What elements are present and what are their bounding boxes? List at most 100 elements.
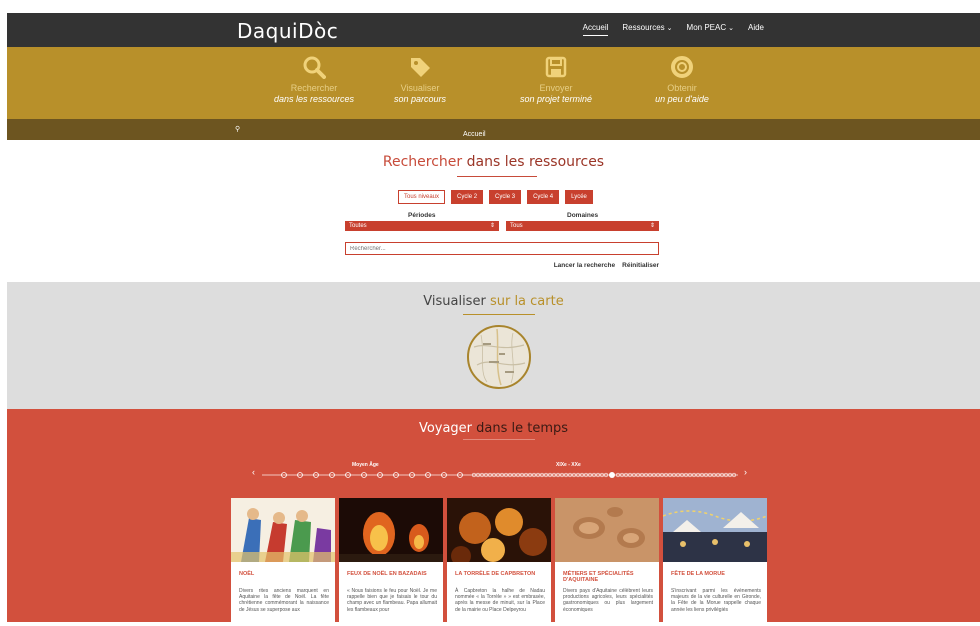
bonfire-photo — [339, 498, 443, 562]
title-part-a: Rechercher — [382, 154, 463, 170]
festival-photo — [663, 498, 767, 562]
chevron-down-icon: ⌄ — [666, 25, 673, 32]
map-preview-image — [473, 328, 526, 386]
level-filter-cycle-2[interactable]: Cycle 2 — [451, 190, 484, 204]
level-filter-cycle-4[interactable]: Cycle 4 — [527, 190, 560, 204]
quick-action-obtenir[interactable]: Obtenir un peu d'aide — [627, 55, 737, 104]
timeline-dots-dense — [471, 472, 737, 478]
quick-actions-band: Rechercher dans les ressources Visualise… — [7, 47, 980, 119]
quick-action-subtitle: son projet terminé — [519, 94, 593, 104]
level-filter-tous-niveaux[interactable]: Tous niveaux — [398, 190, 446, 204]
card-title: La Torrèle de Capbreton — [455, 571, 536, 577]
nav-item-mon-peac[interactable]: Mon PEAC ⌄ — [687, 23, 734, 36]
nav-item-aide[interactable]: Aide — [748, 23, 764, 36]
select-arrows-icon: ⇕ — [489, 223, 495, 229]
card-image — [447, 498, 551, 562]
card-title: Feux de Noël en Bazadais — [347, 571, 427, 577]
window-frame-left — [0, 0, 7, 622]
top-navbar: DaquiDòc Accueil Ressources ⌄ Mon PEAC ⌄ A… — [7, 13, 980, 47]
card-image — [663, 498, 767, 562]
timeline-prev-button[interactable]: ‹ — [252, 467, 255, 477]
map-thumbnail[interactable] — [467, 325, 531, 389]
lifebuoy-icon — [671, 56, 693, 78]
title-underline — [463, 314, 535, 315]
timeline-section-title: Voyager dans le temps — [7, 421, 980, 436]
breadcrumb-label: Accueil — [463, 131, 486, 138]
quick-action-subtitle: dans les ressources — [273, 94, 355, 104]
domains-select-value: Tous — [510, 223, 523, 229]
quick-action-subtitle: un peu d'aide — [655, 94, 709, 104]
timeline-current-marker — [609, 472, 615, 478]
title-part-a: Voyager — [418, 421, 473, 436]
periods-select[interactable]: Toutes ⇕ — [345, 221, 499, 231]
embers-photo — [447, 498, 551, 562]
resource-cards: Noël Divers rites anciens marquent en Aq… — [231, 498, 767, 626]
quick-action-rechercher[interactable]: Rechercher dans les ressources — [259, 55, 369, 104]
quick-action-envoyer[interactable]: Envoyer son projet terminé — [501, 55, 611, 104]
nav-item-label: Ressources — [622, 23, 665, 32]
resource-card-fete-morue[interactable]: Fête de la morue S'inscrivant parmi les … — [663, 498, 767, 626]
title-underline — [457, 176, 537, 177]
card-text: À Capbreton la halhe de Nadau nommée « l… — [455, 588, 545, 613]
nav-item-accueil[interactable]: Accueil — [582, 23, 609, 36]
title-part-b: sur la carte — [489, 294, 564, 309]
chevron-down-icon: ⌄ — [728, 25, 734, 32]
level-filter-lycee[interactable]: Lycée — [565, 190, 593, 204]
domains-label: Domaines — [567, 212, 599, 219]
submit-search-button[interactable]: Lancer la recherche — [554, 262, 615, 269]
domains-select[interactable]: Tous ⇕ — [506, 221, 659, 231]
search-input[interactable] — [345, 242, 659, 255]
quick-action-visualiser[interactable]: Visualiser son parcours — [365, 55, 475, 104]
window-frame-top — [0, 0, 980, 13]
resource-card-feux-de-noel[interactable]: Feux de Noël en Bazadais « Nous faisions… — [339, 498, 443, 626]
card-title: Noël — [239, 571, 255, 577]
timeline-next-button[interactable]: › — [744, 467, 747, 477]
breadcrumb-home[interactable]: ⚲ Accueil — [235, 125, 486, 138]
quick-action-title: Obtenir — [667, 83, 697, 93]
card-image — [231, 498, 335, 562]
title-part-b: dans le temps — [476, 421, 569, 436]
illustration-image — [231, 498, 335, 562]
nav-item-ressources[interactable]: Ressources ⌄ — [622, 23, 672, 36]
tag-icon — [411, 58, 430, 77]
resource-card-metiers[interactable]: Métiers et spécialités d'Aquitaine Diver… — [555, 498, 659, 626]
periods-label: Périodes — [408, 212, 436, 219]
site-logo[interactable]: DaquiDòc — [237, 19, 338, 43]
main-menu: Accueil Ressources ⌄ Mon PEAC ⌄ Aide — [582, 23, 764, 36]
resource-card-noel[interactable]: Noël Divers rites anciens marquent en Aq… — [231, 498, 335, 626]
search-actions: Lancer la recherche Réinitialiser — [554, 262, 659, 269]
search-section: Rechercher dans les ressources Tous nive… — [7, 140, 980, 282]
resource-card-torrele[interactable]: La Torrèle de Capbreton À Capbreton la h… — [447, 498, 551, 626]
title-part-b: dans les ressources — [466, 154, 605, 170]
level-filters: Tous niveaux Cycle 2 Cycle 3 Cycle 4 Lyc… — [398, 190, 593, 204]
nav-item-label: Mon PEAC — [686, 23, 727, 32]
card-text: Divers pays d'Aquitaine célèbrent leurs … — [563, 588, 653, 613]
map-section: Visualiser sur la carte — [7, 282, 980, 409]
select-arrows-icon: ⇕ — [649, 223, 655, 229]
reset-button[interactable]: Réinitialiser — [622, 262, 659, 269]
title-underline — [463, 439, 535, 440]
save-icon — [545, 56, 567, 78]
card-text: S'inscrivant parmi les évènements majeur… — [671, 588, 761, 613]
title-part-a: Visualiser — [423, 294, 486, 309]
timeline-slider[interactable]: Moyen Âge XIXe - XXe ‹ › — [252, 459, 752, 489]
card-title: Fête de la morue — [671, 571, 725, 577]
level-filter-cycle-3[interactable]: Cycle 3 — [489, 190, 522, 204]
search-icon — [303, 56, 326, 79]
card-image — [555, 498, 659, 562]
card-image — [339, 498, 443, 562]
quick-action-title: Envoyer — [539, 83, 573, 93]
periods-select-value: Toutes — [349, 223, 367, 229]
quick-action-title: Visualiser — [400, 83, 440, 93]
sand-photo — [555, 498, 659, 562]
breadcrumb: ⚲ Accueil — [7, 119, 980, 140]
quick-action-title: Rechercher — [290, 83, 338, 93]
card-title: Métiers et spécialités d'Aquitaine — [563, 571, 634, 583]
timeline-section: Voyager dans le temps Moyen Âge XIXe - X… — [7, 409, 980, 626]
map-section-title: Visualiser sur la carte — [7, 294, 980, 309]
quick-action-subtitle: son parcours — [393, 94, 447, 104]
card-text: « Nous faisions le feu pour Noël. Je me … — [347, 588, 437, 613]
card-text: Divers rites anciens marquent en Aquitai… — [239, 588, 329, 613]
timeline-track — [262, 472, 738, 478]
search-section-title: Rechercher dans les ressources — [7, 154, 980, 170]
